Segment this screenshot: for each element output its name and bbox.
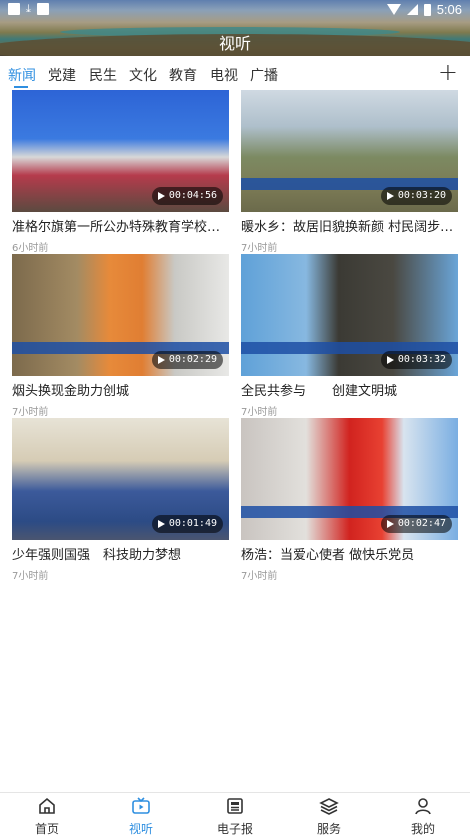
category-tabs: 新闻 党建 民生 文化 教育 电视 广播 + [0, 56, 470, 90]
bottom-nav: 首页 视听 电子报 服务 我的 [0, 792, 470, 837]
notification-icon [8, 3, 20, 15]
video-card[interactable]: 00:04:56 准格尔旗第一所公办特殊教育学校开学 6小时前 [12, 90, 229, 254]
play-icon [157, 356, 165, 364]
duration-badge: 00:02:47 [380, 515, 452, 533]
duration-badge: 00:04:56 [151, 187, 223, 205]
video-title[interactable]: 准格尔旗第一所公办特殊教育学校开学 [12, 216, 229, 235]
nav-label: 首页 [34, 822, 59, 836]
video-thumbnail[interactable]: 00:04:56 [12, 90, 229, 212]
video-title[interactable]: 少年强则国强 科技助力梦想 [12, 544, 229, 563]
home-icon [39, 797, 55, 814]
plus-icon[interactable]: + [438, 58, 458, 86]
video-thumbnail[interactable]: 00:02:47 [241, 418, 458, 540]
video-card[interactable]: 00:03:20 暖水乡：故居旧貌换新颜 村民阔步小... 7小时前 [241, 90, 458, 254]
battery-icon [423, 3, 431, 16]
newspaper-icon [227, 798, 243, 814]
video-thumbnail[interactable]: 00:02:29 [12, 254, 229, 376]
video-thumbnail[interactable]: 00:03:32 [241, 254, 458, 376]
duration-badge: 00:03:32 [380, 351, 452, 369]
video-title[interactable]: 杨浩：当爱心使者 做快乐党员 [241, 544, 458, 563]
page-title: 视听 [218, 34, 251, 53]
video-card[interactable]: 00:01:49 少年强则国强 科技助力梦想 7小时前 [12, 418, 229, 582]
video-time: 6小时前 [12, 243, 49, 254]
video-title[interactable]: 烟头换现金助力创城 [12, 380, 229, 399]
video-time: 7小时前 [241, 243, 278, 254]
tab-tv[interactable]: 电视 [210, 65, 238, 85]
play-icon [386, 520, 394, 528]
user-icon [415, 798, 431, 815]
video-thumbnail[interactable]: 00:03:20 [241, 90, 458, 212]
active-tab-indicator [14, 86, 28, 88]
nav-mine[interactable]: 我的 [376, 793, 470, 837]
duration-text: 00:02:47 [397, 518, 446, 529]
status-bar: ⤓ 5:06 [0, 0, 470, 20]
duration-badge: 00:01:49 [151, 515, 223, 533]
duration-badge: 00:03:20 [380, 187, 452, 205]
play-icon [386, 356, 394, 364]
nav-label: 服务 [316, 822, 341, 836]
layers-icon [319, 798, 339, 815]
tab-education[interactable]: 教育 [169, 65, 197, 85]
nav-label: 我的 [410, 822, 435, 836]
tab-party-building[interactable]: 党建 [48, 65, 76, 85]
video-time: 7小时前 [12, 571, 49, 582]
video-title[interactable]: 暖水乡：故居旧貌换新颜 村民阔步小... [241, 216, 458, 235]
video-card[interactable]: 00:02:29 烟头换现金助力创城 7小时前 [12, 254, 229, 418]
tab-livelihood[interactable]: 民生 [89, 65, 117, 85]
image-notification-icon [36, 3, 49, 15]
video-title[interactable]: 全民共参与 创建文明城 [241, 380, 458, 399]
signal-icon [406, 4, 418, 15]
download-icon: ⤓ [26, 2, 31, 15]
wifi-icon [386, 4, 401, 15]
nav-services[interactable]: 服务 [282, 793, 376, 837]
video-time: 7小时前 [241, 407, 278, 418]
status-time: 5:06 [436, 2, 462, 17]
header-banner: ⤓ 5:06 视听 [0, 0, 470, 56]
nav-audiovisual[interactable]: 视听 [94, 793, 188, 837]
tab-culture[interactable]: 文化 [129, 65, 157, 85]
video-time: 7小时前 [241, 571, 278, 582]
duration-text: 00:03:20 [397, 190, 446, 201]
video-card[interactable]: 00:02:47 杨浩：当爱心使者 做快乐党员 7小时前 [241, 418, 458, 582]
duration-text: 00:03:32 [397, 354, 446, 365]
duration-text: 00:04:56 [168, 190, 217, 201]
play-icon [157, 520, 165, 528]
nav-label: 视听 [128, 822, 153, 836]
tab-news[interactable]: 新闻 [8, 65, 36, 85]
tab-radio[interactable]: 广播 [250, 65, 278, 85]
nav-home[interactable]: 首页 [0, 793, 94, 837]
video-time: 7小时前 [12, 407, 49, 418]
nav-label: 电子报 [216, 822, 253, 836]
duration-text: 00:01:49 [168, 518, 217, 529]
duration-badge: 00:02:29 [151, 351, 223, 369]
video-card[interactable]: 00:03:32 全民共参与 创建文明城 7小时前 [241, 254, 458, 418]
nav-epaper[interactable]: 电子报 [188, 793, 282, 837]
duration-text: 00:02:29 [168, 354, 217, 365]
play-icon [157, 192, 165, 200]
tv-icon [132, 797, 150, 814]
play-icon [386, 192, 394, 200]
video-thumbnail[interactable]: 00:01:49 [12, 418, 229, 540]
